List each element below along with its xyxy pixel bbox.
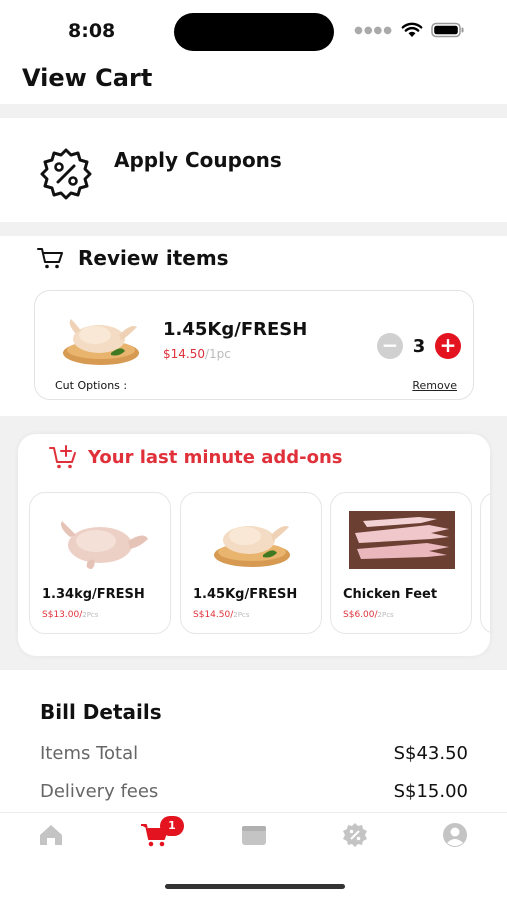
- dynamic-island: [174, 13, 334, 51]
- bill-row-label: Delivery fees: [40, 781, 159, 802]
- decrease-quantity-button[interactable]: −: [377, 333, 403, 359]
- cart-icon: [37, 248, 63, 269]
- tab-profile[interactable]: [435, 821, 475, 849]
- addon-unit: 2Pcs: [377, 611, 394, 619]
- cart-count-badge: 1: [160, 816, 184, 836]
- apply-coupons-button[interactable]: Apply Coupons: [0, 118, 507, 222]
- tab-home[interactable]: [31, 821, 71, 849]
- home-indicator: [165, 884, 345, 889]
- cart-item-unit: /1pc: [205, 347, 231, 361]
- bill-row: Delivery fees S$15.00: [40, 781, 468, 802]
- bill-details-title: Bill Details: [40, 700, 162, 724]
- review-items-header: Review items: [36, 246, 229, 270]
- bill-row-label: Items Total: [40, 743, 139, 764]
- profile-icon: [443, 823, 467, 847]
- tab-offers[interactable]: [335, 821, 375, 849]
- addon-name: Chicken Feet: [343, 587, 438, 602]
- status-icons: ●●●●: [354, 22, 465, 38]
- quantity-stepper: − 3 +: [377, 333, 461, 359]
- addon-card[interactable]: Chicken Feet S$6.00/2Pcs: [330, 492, 472, 634]
- addon-card-partial[interactable]: [480, 492, 490, 634]
- addon-card[interactable]: 1.45Kg/FRESH S$14.50/2Pcs: [180, 492, 322, 634]
- cart-item-price: $14.50/1pc: [163, 347, 231, 361]
- chicken-on-board-image: [214, 526, 290, 567]
- home-icon: [40, 825, 62, 845]
- wifi-icon: [401, 22, 423, 37]
- addons-title: Your last minute add-ons: [88, 446, 343, 468]
- addon-price: S$13.00/2Pcs: [42, 610, 99, 620]
- bill-row-value: S$15.00: [393, 781, 468, 802]
- cart-item-name: 1.45Kg/FRESH: [163, 319, 308, 340]
- status-time: 8:08: [68, 20, 116, 42]
- apply-coupons-label: Apply Coupons: [114, 148, 282, 172]
- addon-name: 1.34kg/FRESH: [42, 587, 145, 602]
- coupon-icon: [40, 148, 92, 200]
- status-bar: 8:08 ●●●●: [0, 0, 507, 60]
- section-divider: [0, 104, 507, 118]
- quantity-value: 3: [412, 335, 426, 357]
- addons-panel: Your last minute add-ons 1.34kg/FRESH S$…: [18, 434, 490, 656]
- cut-options-label[interactable]: Cut Options :: [55, 379, 127, 392]
- addon-price: S$6.00/2Pcs: [343, 610, 394, 620]
- addon-price: S$14.50/2Pcs: [193, 610, 250, 620]
- cellular-signal-icon: ●●●●: [354, 24, 393, 36]
- remove-item-button[interactable]: Remove: [412, 379, 457, 392]
- addon-card[interactable]: 1.34kg/FRESH S$13.00/2Pcs: [29, 492, 171, 634]
- bill-row: Items Total S$43.50: [40, 743, 468, 764]
- add-to-cart-icon: [49, 445, 76, 469]
- addon-unit: 2Pcs: [233, 611, 250, 619]
- addon-name: 1.45Kg/FRESH: [193, 587, 298, 602]
- review-items-title: Review items: [78, 246, 229, 270]
- bill-row-value: S$43.50: [393, 743, 468, 764]
- whole-chicken-image: [61, 521, 148, 569]
- orders-icon: [242, 826, 266, 845]
- chicken-feet-image: [349, 511, 455, 569]
- tab-orders[interactable]: [234, 821, 274, 849]
- battery-icon: [431, 22, 464, 38]
- cart-item-card: 1.45Kg/FRESH $14.50/1pc − 3 + Cut Option…: [34, 290, 474, 400]
- offers-icon: [343, 823, 367, 847]
- addons-header: Your last minute add-ons: [48, 444, 343, 470]
- section-divider: [0, 222, 507, 236]
- page-title: View Cart: [22, 64, 153, 92]
- increase-quantity-button[interactable]: +: [435, 333, 461, 359]
- chicken-product-image: [63, 319, 139, 365]
- addon-unit: 2Pcs: [82, 611, 99, 619]
